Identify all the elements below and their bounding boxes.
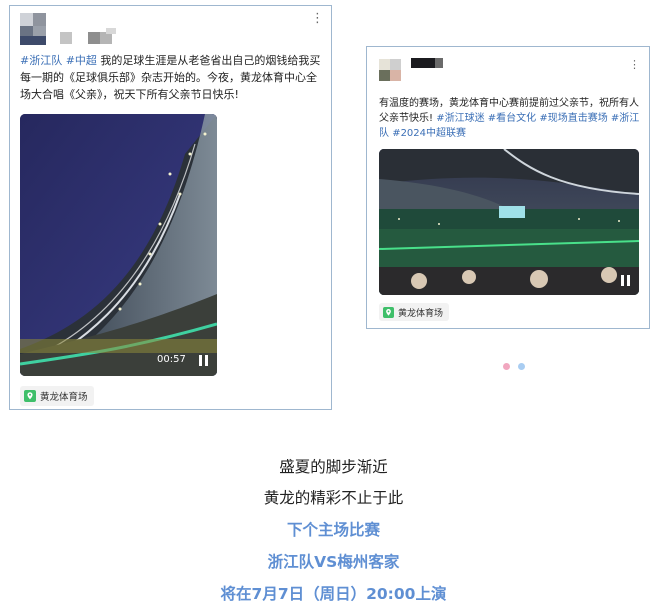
more-vertical-icon[interactable]: ⋮ <box>629 59 640 70</box>
post-card-2: ⋮ 有温度的赛场，黄龙体育中心赛前提前过父亲节，祝所有人父亲节快乐! #浙江球迷… <box>366 46 650 329</box>
carousel-dot-2[interactable] <box>518 363 525 370</box>
location-pin-icon <box>383 306 394 318</box>
stadium-video-frame <box>20 114 217 376</box>
video-player[interactable]: 00:57 <box>20 114 217 376</box>
username-mosaic[interactable] <box>411 58 451 70</box>
location-tag[interactable]: 黄龙体育场 <box>20 386 94 406</box>
post-text: #浙江队 #中超 我的足球生涯是从老爸省出自己的烟钱给我买每一期的《足球俱乐部》… <box>20 52 324 103</box>
announcement-line-3: 下个主场比赛 <box>286 521 380 539</box>
username-mosaic[interactable] <box>60 28 122 44</box>
location-label: 黄龙体育场 <box>40 392 88 403</box>
pause-icon[interactable] <box>199 355 208 366</box>
location-pin-icon <box>24 390 36 402</box>
hashtag[interactable]: #浙江队 <box>20 54 62 67</box>
stadium-video-frame <box>379 149 639 295</box>
post-text: 有温度的赛场，黄龙体育中心赛前提前过父亲节，祝所有人父亲节快乐! #浙江球迷 #… <box>379 96 641 141</box>
avatar[interactable] <box>20 13 46 45</box>
more-vertical-icon[interactable]: ⋮ <box>311 12 324 25</box>
announcement-line-2: 黄龙的精彩不止于此 <box>263 489 404 507</box>
announcement-line-4: 浙江队VS梅州客家 <box>267 553 400 571</box>
pause-icon[interactable] <box>621 275 630 286</box>
carousel-dot-1[interactable] <box>503 363 510 370</box>
announcement-line-5: 将在7月7日（周日）20:00上演 <box>220 585 447 603</box>
video-duration: 00:57 <box>157 354 186 365</box>
hashtag[interactable]: #浙江球迷 <box>436 113 484 124</box>
hashtag[interactable]: #现场直击赛场 <box>539 113 607 124</box>
announcement-line-1: 盛夏的脚步渐近 <box>279 458 388 476</box>
location-label: 黄龙体育场 <box>398 308 444 319</box>
location-tag[interactable]: 黄龙体育场 <box>379 303 450 321</box>
avatar[interactable] <box>379 59 401 81</box>
video-player[interactable] <box>379 149 639 295</box>
hashtag[interactable]: #2024中超联赛 <box>392 128 466 139</box>
hashtag[interactable]: #看台文化 <box>488 113 536 124</box>
hashtag[interactable]: #中超 <box>66 54 97 67</box>
post-card-1: ⋮ #浙江队 #中超 我的足球生涯是从老爸省出自己的烟钱给我买每一期的《足球俱乐… <box>9 5 332 410</box>
